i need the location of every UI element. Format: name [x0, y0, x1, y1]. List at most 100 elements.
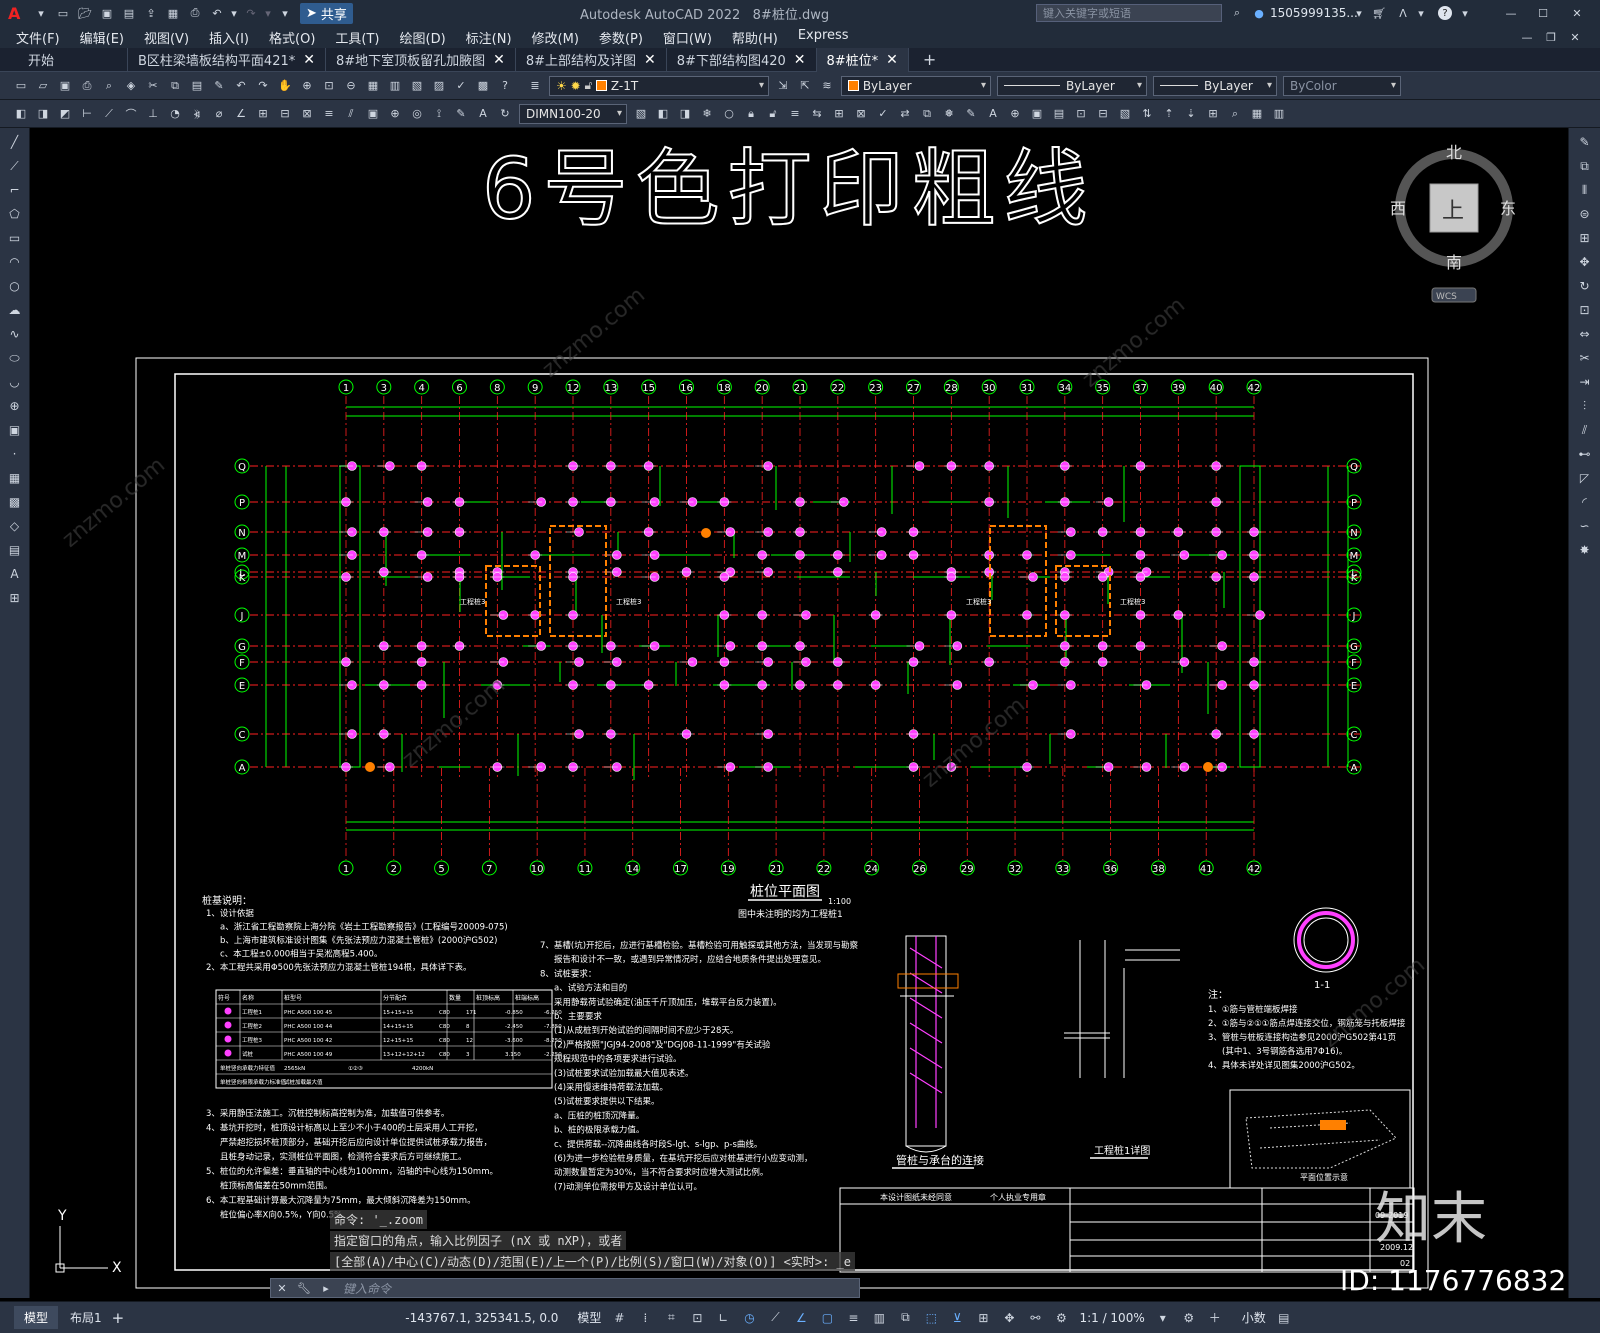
- help-icon[interactable]: ?: [1438, 6, 1452, 20]
- layer-walk-icon[interactable]: ⇆: [808, 105, 826, 123]
- infer-icon[interactable]: ⌗: [662, 1309, 680, 1327]
- quick-select-icon[interactable]: ⌕: [1226, 105, 1244, 123]
- doc-close-icon[interactable]: ✕: [1566, 28, 1584, 46]
- menu-item[interactable]: 绘图(D): [390, 28, 456, 47]
- polygon-icon[interactable]: ⬠: [5, 204, 25, 224]
- open-icon[interactable]: ▱: [34, 77, 52, 95]
- app-menu-chevron-icon[interactable]: ▾: [32, 4, 50, 22]
- help-tb-icon[interactable]: ?: [496, 77, 514, 95]
- dynamic-input-icon[interactable]: ⊡: [688, 1309, 706, 1327]
- xref-icon[interactable]: ⊡: [1072, 105, 1090, 123]
- object-snap-tracking-icon[interactable]: ∠: [792, 1309, 810, 1327]
- join-icon[interactable]: ⊷: [1575, 444, 1595, 464]
- add-layout-button[interactable]: +: [112, 1309, 125, 1327]
- doc-restore-icon[interactable]: ❐: [1542, 28, 1560, 46]
- make-current-icon[interactable]: ⇲: [774, 77, 792, 95]
- block-edit-icon[interactable]: ✎: [962, 105, 980, 123]
- search-icon[interactable]: ⌕: [1228, 4, 1246, 22]
- quick-properties-icon[interactable]: ▤: [1275, 1309, 1293, 1327]
- publish-icon[interactable]: ▦: [164, 4, 182, 22]
- layer-previous-icon[interactable]: ⇱: [796, 77, 814, 95]
- tolerance-icon[interactable]: ▣: [364, 105, 382, 123]
- designcenter-icon[interactable]: ▥: [386, 77, 404, 95]
- ungroup-icon[interactable]: ▥: [1270, 105, 1288, 123]
- layer-properties-icon[interactable]: ≣: [526, 77, 544, 95]
- point-icon[interactable]: ·: [5, 444, 25, 464]
- copy-icon[interactable]: ⧉: [166, 77, 184, 95]
- transparency-icon[interactable]: ▥: [870, 1309, 888, 1327]
- coordinates[interactable]: -143767.1, 325341.5, 0.0: [405, 1311, 558, 1325]
- units-button[interactable]: 小数: [1242, 1309, 1266, 1326]
- file-tab[interactable]: 8#下部结构图420 ✕: [667, 47, 817, 72]
- dim-baseline-icon[interactable]: ⊟: [276, 105, 294, 123]
- revision-cloud-icon[interactable]: ☁: [5, 300, 25, 320]
- new-file-icon[interactable]: ▭: [54, 4, 72, 22]
- open-file-icon[interactable]: 📂︎: [76, 4, 94, 22]
- dim-arc-icon[interactable]: ⌒: [122, 105, 140, 123]
- tab-close-icon[interactable]: ✕: [794, 52, 806, 68]
- tab-close-icon[interactable]: ✕: [644, 52, 656, 68]
- dimedit-icon[interactable]: ✎: [452, 105, 470, 123]
- dim-break-icon[interactable]: ⫽: [342, 105, 360, 123]
- undo-dropdown-icon[interactable]: ▾: [230, 4, 238, 22]
- layer-freeze-icon[interactable]: ❄: [698, 105, 716, 123]
- menu-item[interactable]: 参数(P): [589, 28, 653, 47]
- compass-south[interactable]: 南: [1446, 253, 1462, 272]
- tab-close-icon[interactable]: ✕: [886, 52, 898, 68]
- share-button[interactable]: ➤ 共享: [300, 2, 353, 24]
- block-attr-icon[interactable]: A: [984, 105, 1002, 123]
- layer-iso-icon[interactable]: ◧: [654, 105, 672, 123]
- preview-icon[interactable]: ⌕: [100, 77, 118, 95]
- menu-item[interactable]: 修改(M): [522, 28, 589, 47]
- layer-freeze-vp-icon[interactable]: ❅: [940, 105, 958, 123]
- ellipse-arc-icon[interactable]: ◡: [5, 372, 25, 392]
- layer-merge-icon[interactable]: ⊞: [830, 105, 848, 123]
- markup-icon[interactable]: ✓: [452, 77, 470, 95]
- multi-prop-icon[interactable]: ⊞: [1204, 105, 1222, 123]
- viewcube[interactable]: 上 北 南 西 东 WCS: [1390, 143, 1516, 303]
- file-tab[interactable]: 8#上部结构及详图 ✕: [516, 47, 667, 72]
- snap-icon[interactable]: ⁞: [636, 1309, 654, 1327]
- trim-icon[interactable]: ✂: [1575, 348, 1595, 368]
- minimize-icon[interactable]: —: [1502, 4, 1520, 22]
- chamfer-icon[interactable]: ◸: [1575, 468, 1595, 488]
- save-icon[interactable]: ▣: [98, 4, 116, 22]
- autocad-logo-icon[interactable]: A: [8, 4, 30, 23]
- qnew-icon[interactable]: ▭: [12, 77, 30, 95]
- group-icon[interactable]: ▦: [1248, 105, 1266, 123]
- object-snap-icon[interactable]: ▢: [818, 1309, 836, 1327]
- construction-line-icon[interactable]: ⟋: [5, 156, 25, 176]
- dynamic-ucs-icon[interactable]: ⊻: [948, 1309, 966, 1327]
- menu-item[interactable]: 编辑(E): [70, 28, 134, 47]
- dim-update-icon[interactable]: ↻: [496, 105, 514, 123]
- add-selected-icon[interactable]: ⊞: [5, 588, 25, 608]
- make-block-icon[interactable]: ▣: [5, 420, 25, 440]
- offset-icon[interactable]: ⊜: [1575, 204, 1595, 224]
- array-icon[interactable]: ⊞: [1575, 228, 1595, 248]
- layer-off-icon[interactable]: ○: [720, 105, 738, 123]
- properties-icon[interactable]: ▦: [364, 77, 382, 95]
- close-icon[interactable]: ✕: [1568, 4, 1586, 22]
- command-input[interactable]: 键入命令: [343, 1280, 391, 1297]
- dim-jogged-icon[interactable]: ⦖: [188, 105, 206, 123]
- print-icon[interactable]: ⎙: [186, 4, 204, 22]
- zoom-window-icon[interactable]: ⊡: [320, 77, 338, 95]
- model-tab[interactable]: 模型: [14, 1306, 59, 1329]
- dimtedit-icon[interactable]: A: [474, 105, 492, 123]
- gizmo-icon[interactable]: ✥: [1000, 1309, 1018, 1327]
- layer-unlock-icon[interactable]: 🔓︎: [764, 105, 782, 123]
- menu-item[interactable]: 文件(F): [6, 28, 70, 47]
- text-front-icon[interactable]: ⇡: [1160, 105, 1178, 123]
- annotation-scale[interactable]: 1:1 / 100%: [1079, 1311, 1144, 1325]
- stretch-icon[interactable]: ⇔: [1575, 324, 1595, 344]
- dim-radius-icon[interactable]: ◔: [166, 105, 184, 123]
- jogged-linear-icon[interactable]: ⟟: [430, 105, 448, 123]
- zoom-previous-icon[interactable]: ⊖: [342, 77, 360, 95]
- plot-icon[interactable]: ⎙: [78, 77, 96, 95]
- redo-icon[interactable]: ↷: [242, 4, 260, 22]
- menu-item[interactable]: 标注(N): [456, 28, 522, 47]
- user-dropdown-icon[interactable]: ▾: [1350, 4, 1368, 22]
- undo-tb-icon[interactable]: ↶: [232, 77, 250, 95]
- menu-item[interactable]: 视图(V): [134, 28, 199, 47]
- layer-uniso-icon[interactable]: ◨: [676, 105, 694, 123]
